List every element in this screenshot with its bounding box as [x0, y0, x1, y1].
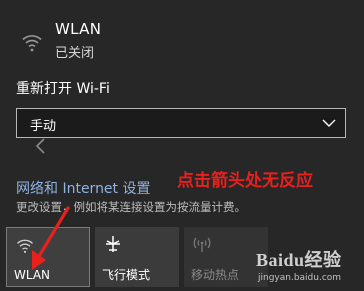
quick-action-label: 飞行模式: [102, 268, 151, 282]
wifi-status-header: WLAN 已关闭: [14, 14, 214, 61]
wifi-status: 已关闭: [55, 46, 95, 61]
hotspot-icon: [193, 237, 211, 252]
annotation-text: 点击箭头处无反应: [177, 171, 313, 191]
network-flyout: WLAN 已关闭 重新打开 Wi-Fi 手动 网络和 Internet 设置 更…: [0, 0, 364, 291]
wifi-icon: [17, 239, 33, 253]
reopen-wifi-dropdown[interactable]: 手动: [16, 108, 346, 138]
reopen-wifi-value: 手动: [30, 119, 57, 134]
wifi-icon: [22, 35, 42, 52]
network-settings-link[interactable]: 网络和 Internet 设置: [16, 178, 151, 198]
reopen-wifi-label: 重新打开 Wi-Fi: [16, 81, 110, 97]
quick-action-label: 移动热点: [191, 268, 240, 282]
chevron-down-icon: [322, 119, 336, 127]
quick-action-label: WLAN: [14, 268, 51, 282]
watermark-logo: Baidu经验: [256, 250, 342, 270]
watermark-url: jingyan.baidu.com: [258, 273, 342, 283]
quick-action-wlan[interactable]: WLAN: [6, 227, 90, 287]
chevron-left-icon[interactable]: [32, 136, 50, 156]
watermark: Baidu经验 jingyan.baidu.com: [256, 246, 356, 288]
network-settings-description: 更改设置，例如将某连接设置为按流量计费。: [16, 200, 246, 214]
quick-action-airplane[interactable]: 飞行模式: [95, 227, 179, 287]
wifi-title: WLAN: [55, 20, 102, 38]
airplane-icon: [106, 236, 120, 252]
